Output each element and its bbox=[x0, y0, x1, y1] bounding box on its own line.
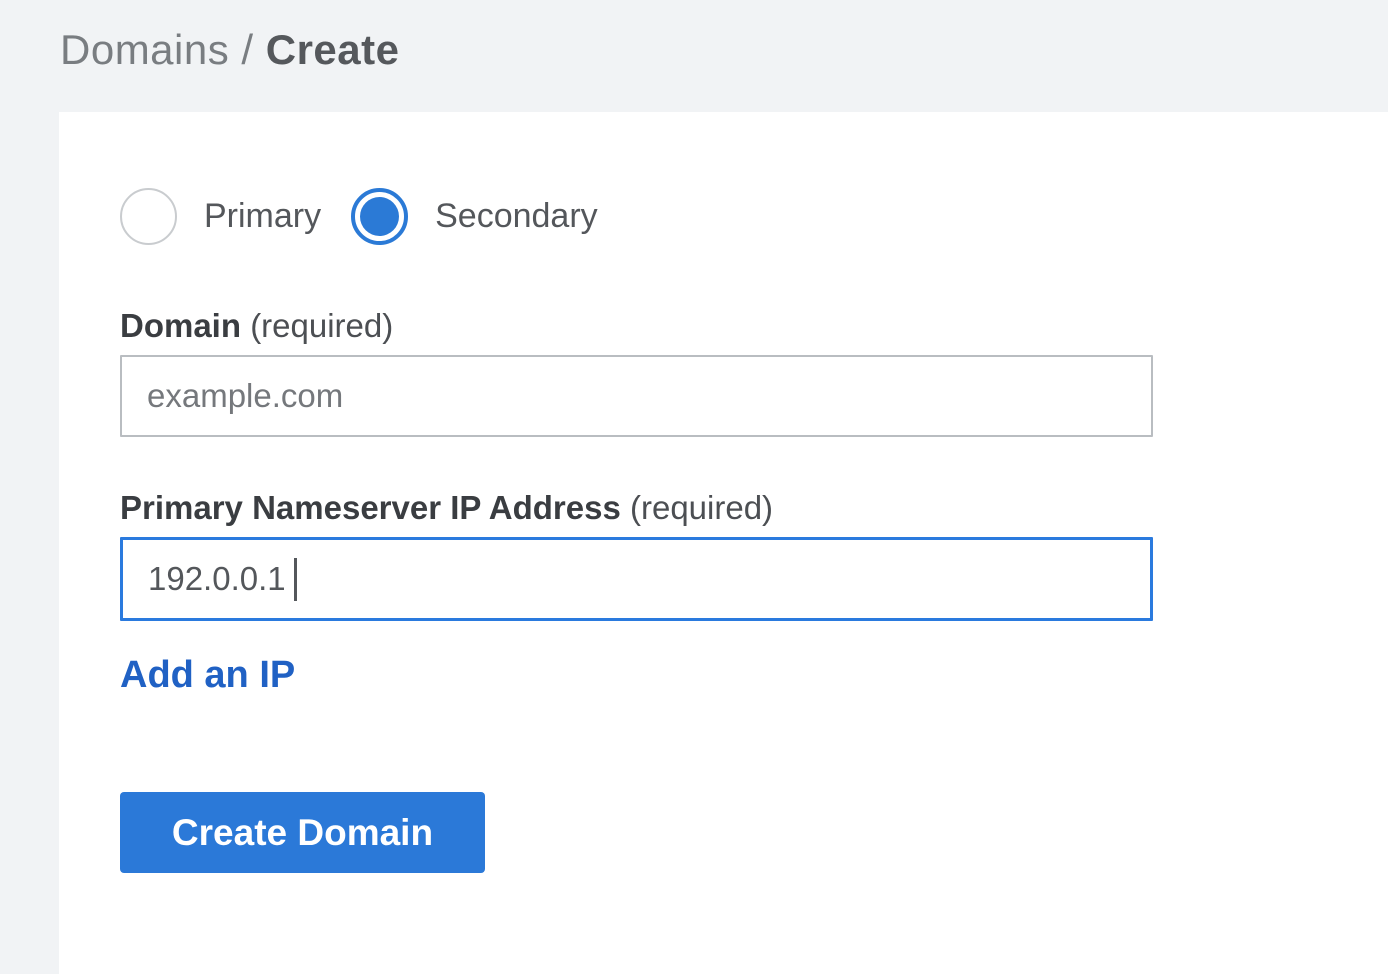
primary-radio-button[interactable] bbox=[120, 188, 177, 245]
text-cursor bbox=[294, 558, 297, 601]
domain-field-label: Domain (required) bbox=[120, 307, 1388, 345]
ip-field-label: Primary Nameserver IP Address (required) bbox=[120, 489, 1388, 527]
domain-input[interactable] bbox=[120, 355, 1153, 437]
ip-label-required: (required) bbox=[630, 489, 773, 526]
secondary-radio-option[interactable]: Secondary bbox=[351, 188, 598, 245]
create-domain-panel: Primary Secondary Domain (required) Prim… bbox=[59, 112, 1388, 974]
domain-label-text: Domain bbox=[120, 307, 241, 344]
secondary-radio-label: Secondary bbox=[435, 197, 598, 236]
breadcrumb-domains[interactable]: Domains bbox=[60, 26, 229, 73]
primary-nameserver-ip-input[interactable] bbox=[120, 537, 1153, 621]
domain-type-radio-group: Primary Secondary bbox=[120, 188, 1388, 245]
primary-radio-option[interactable]: Primary bbox=[120, 188, 321, 245]
radio-selected-dot bbox=[360, 197, 399, 236]
breadcrumb-create: Create bbox=[266, 26, 400, 73]
secondary-radio-button[interactable] bbox=[351, 188, 408, 245]
add-ip-link[interactable]: Add an IP bbox=[120, 654, 295, 697]
domain-input-wrap bbox=[120, 355, 1153, 437]
create-domain-button[interactable]: Create Domain bbox=[120, 792, 485, 873]
ip-input-wrap bbox=[120, 537, 1153, 621]
breadcrumb: Domains / Create bbox=[60, 26, 400, 74]
ip-label-text: Primary Nameserver IP Address bbox=[120, 489, 621, 526]
breadcrumb-separator: / bbox=[241, 26, 253, 73]
primary-radio-label: Primary bbox=[204, 197, 321, 236]
domain-label-required: (required) bbox=[250, 307, 393, 344]
